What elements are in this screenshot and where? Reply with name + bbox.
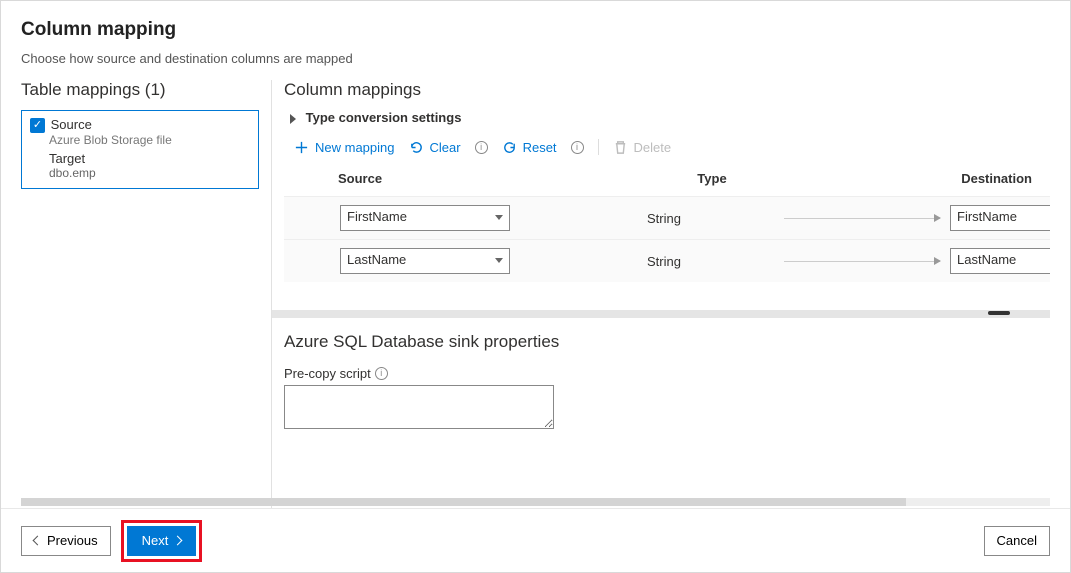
mapping-arrow-icon bbox=[784, 261, 940, 262]
type-cell: String bbox=[574, 211, 754, 226]
card-source-value: Azure Blob Storage file bbox=[49, 133, 250, 147]
destination-column-field[interactable]: FirstName bbox=[950, 205, 1050, 231]
chevron-down-icon bbox=[495, 215, 503, 220]
page-title: Column mapping bbox=[21, 19, 1050, 41]
check-icon: ✓ bbox=[30, 118, 45, 133]
toolbar-separator bbox=[598, 139, 599, 155]
info-icon[interactable]: i bbox=[571, 141, 584, 154]
refresh-cw-icon bbox=[502, 140, 517, 155]
mappings-table: Source Type Destination FirstName String… bbox=[284, 165, 1050, 282]
source-column-select[interactable]: FirstName bbox=[340, 205, 510, 231]
page-subtitle: Choose how source and destination column… bbox=[21, 51, 1050, 66]
chevron-right-icon bbox=[290, 114, 296, 124]
refresh-ccw-icon bbox=[409, 140, 424, 155]
type-conversion-label: Type conversion settings bbox=[306, 110, 462, 125]
source-column-select[interactable]: LastName bbox=[340, 248, 510, 274]
splitter-handle[interactable] bbox=[272, 310, 1050, 318]
info-icon[interactable]: i bbox=[475, 141, 488, 154]
wizard-footer: Previous Next Cancel bbox=[1, 508, 1070, 572]
type-cell: String bbox=[574, 254, 754, 269]
table-row: LastName String LastName bbox=[284, 239, 1050, 282]
horizontal-scrollbar[interactable] bbox=[21, 498, 1050, 506]
column-header-source: Source bbox=[338, 171, 558, 186]
delete-button: Delete bbox=[613, 140, 672, 155]
destination-column-field[interactable]: LastName bbox=[950, 248, 1050, 274]
card-target-value: dbo.emp bbox=[49, 166, 250, 180]
new-mapping-button[interactable]: New mapping bbox=[294, 140, 395, 155]
column-header-destination: Destination bbox=[961, 171, 1032, 186]
mappings-toolbar: New mapping Clear i Reset i bbox=[284, 139, 1050, 155]
table-mappings-heading: Table mappings (1) bbox=[21, 80, 259, 100]
previous-button[interactable]: Previous bbox=[21, 526, 111, 556]
column-mappings-heading: Column mappings bbox=[284, 80, 1050, 100]
mapping-arrow-icon bbox=[784, 218, 940, 219]
wizard-page: Column mapping Choose how source and des… bbox=[0, 0, 1071, 573]
precopy-script-label: Pre-copy script bbox=[284, 366, 371, 381]
clear-button[interactable]: Clear bbox=[409, 140, 461, 155]
reset-button[interactable]: Reset bbox=[502, 140, 557, 155]
table-mappings-panel: Table mappings (1) ✓ Source Azure Blob S… bbox=[21, 80, 271, 508]
next-button-highlight: Next bbox=[121, 520, 203, 562]
table-mapping-card[interactable]: ✓ Source Azure Blob Storage file Target … bbox=[21, 110, 259, 189]
card-target-label: Target bbox=[49, 151, 250, 166]
table-row: FirstName String FirstName bbox=[284, 196, 1050, 239]
next-button[interactable]: Next bbox=[127, 526, 197, 556]
card-source-label: Source bbox=[51, 117, 92, 132]
column-header-type: Type bbox=[622, 171, 802, 186]
cancel-button[interactable]: Cancel bbox=[984, 526, 1050, 556]
trash-icon bbox=[613, 140, 628, 155]
chevron-down-icon bbox=[495, 258, 503, 263]
sink-properties-heading: Azure SQL Database sink properties bbox=[284, 332, 1050, 352]
column-mappings-panel: Column mappings Type conversion settings… bbox=[271, 80, 1050, 508]
info-icon[interactable]: i bbox=[375, 367, 388, 380]
plus-icon bbox=[294, 140, 309, 155]
type-conversion-expander[interactable]: Type conversion settings bbox=[290, 110, 1050, 125]
precopy-script-input[interactable] bbox=[284, 385, 554, 429]
